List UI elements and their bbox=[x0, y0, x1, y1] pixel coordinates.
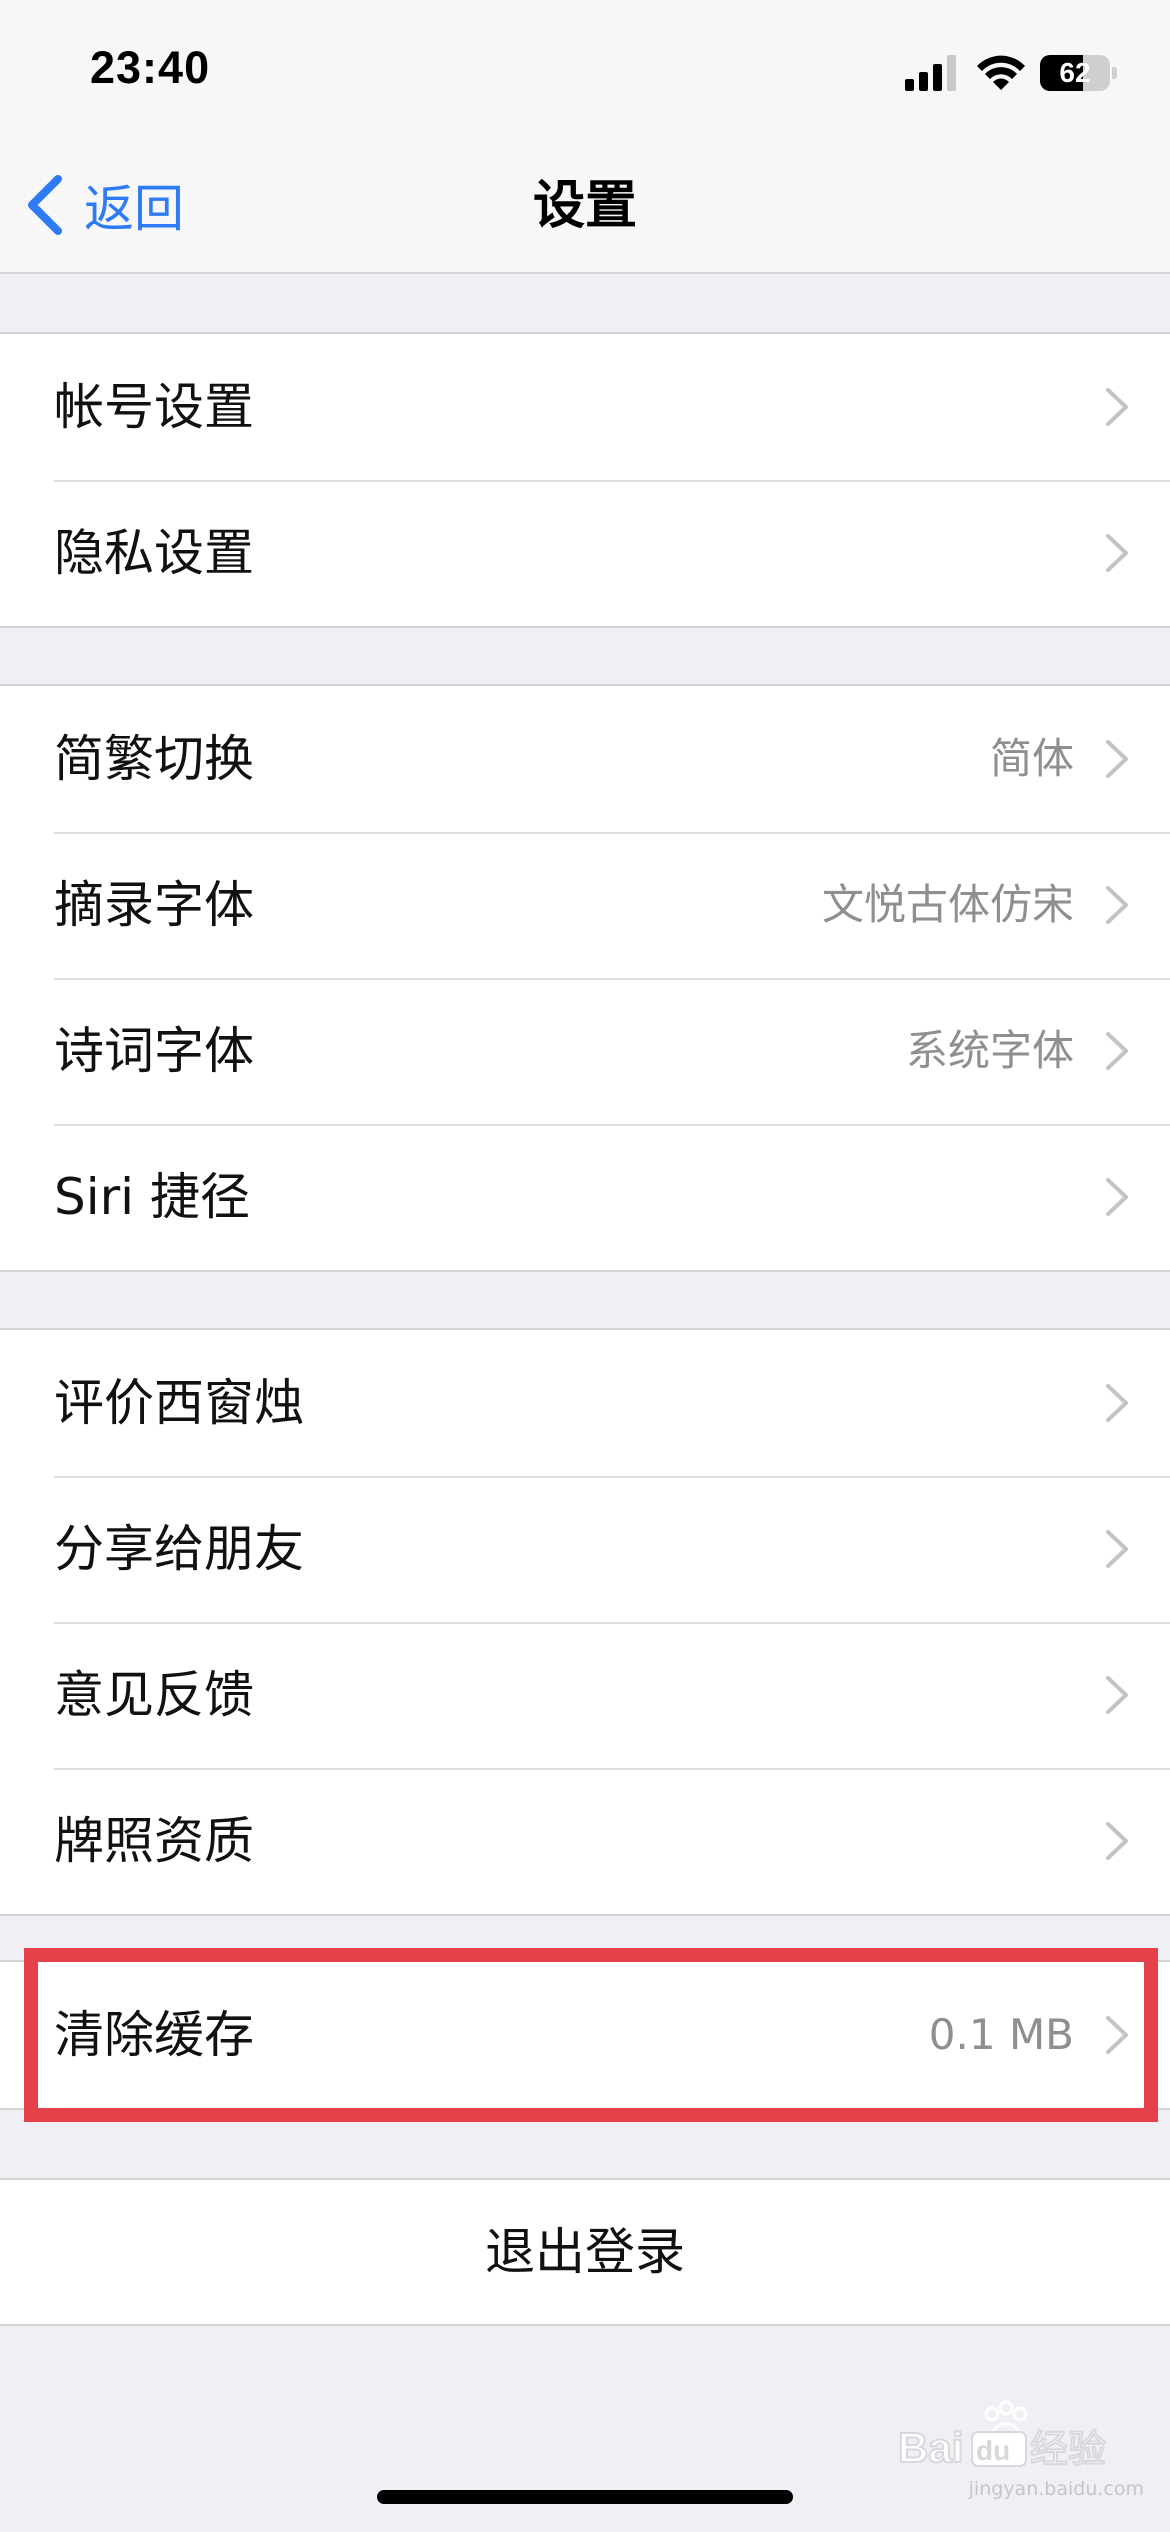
navigation-bar: 设置 返回 bbox=[0, 140, 1170, 274]
row-feedback[interactable]: 意见反馈 bbox=[0, 1622, 1170, 1768]
row-label: 意见反馈 bbox=[54, 1666, 254, 1724]
chevron-right-icon bbox=[1106, 1032, 1128, 1070]
chevron-right-icon bbox=[1106, 388, 1128, 426]
battery-icon: 62 bbox=[1040, 55, 1118, 91]
row-label: 清除缓存 bbox=[54, 2006, 254, 2064]
chevron-right-icon bbox=[1106, 534, 1128, 572]
row-account-settings[interactable]: 帐号设置 bbox=[0, 334, 1170, 480]
row-value: 文悦古体仿宋 bbox=[821, 880, 1074, 929]
row-label: 摘录字体 bbox=[54, 876, 254, 934]
status-time: 23:40 bbox=[90, 42, 211, 93]
chevron-right-icon bbox=[1106, 2016, 1128, 2054]
row-licenses[interactable]: 牌照资质 bbox=[0, 1768, 1170, 1914]
row-label: Siri 捷径 bbox=[54, 1168, 250, 1226]
chevron-right-icon bbox=[1106, 1178, 1128, 1216]
back-button-label: 返回 bbox=[84, 180, 184, 238]
row-label: 牌照资质 bbox=[54, 1812, 254, 1870]
svg-text:du: du bbox=[976, 2435, 1010, 2466]
battery-level: 62 bbox=[1059, 57, 1091, 88]
chevron-left-icon bbox=[28, 175, 62, 235]
row-label: 分享给朋友 bbox=[54, 1520, 304, 1578]
baidu-watermark-logo: Bai 经验 du bbox=[897, 2400, 1107, 2472]
settings-group-storage: 清除缓存 0.1 MB bbox=[0, 1960, 1170, 2110]
row-value: 简体 bbox=[989, 734, 1074, 783]
settings-group-display: 简繁切换 简体 摘录字体 文悦古体仿宋 诗词字体 系统字体 Siri 捷径 bbox=[0, 684, 1170, 1272]
chevron-right-icon bbox=[1106, 1384, 1128, 1422]
row-value: 0.1 MB bbox=[928, 2010, 1074, 2059]
row-excerpt-font[interactable]: 摘录字体 文悦古体仿宋 bbox=[0, 832, 1170, 978]
chevron-right-icon bbox=[1106, 1530, 1128, 1568]
row-script-conversion[interactable]: 简繁切换 简体 bbox=[0, 686, 1170, 832]
home-indicator[interactable] bbox=[377, 2490, 793, 2504]
row-poetry-font[interactable]: 诗词字体 系统字体 bbox=[0, 978, 1170, 1124]
back-button[interactable]: 返回 bbox=[22, 165, 184, 245]
svg-text:经验: 经验 bbox=[1030, 2427, 1106, 2471]
settings-group-account: 帐号设置 隐私设置 bbox=[0, 332, 1170, 628]
row-privacy-settings[interactable]: 隐私设置 bbox=[0, 480, 1170, 626]
logout-button[interactable]: 退出登录 bbox=[0, 2178, 1170, 2326]
cellular-signal-icon bbox=[905, 55, 956, 91]
chevron-right-icon bbox=[1106, 1822, 1128, 1860]
row-label: 诗词字体 bbox=[54, 1022, 254, 1080]
chevron-right-icon bbox=[1106, 740, 1128, 778]
battery-body: 62 bbox=[1040, 55, 1110, 91]
chevron-right-icon bbox=[1106, 1676, 1128, 1714]
row-rate-app[interactable]: 评价西窗烛 bbox=[0, 1330, 1170, 1476]
row-label: 评价西窗烛 bbox=[54, 1374, 304, 1432]
row-value: 系统字体 bbox=[905, 1026, 1074, 1075]
settings-group-about: 评价西窗烛 分享给朋友 意见反馈 牌照资质 bbox=[0, 1328, 1170, 1916]
svg-text:Bai: Bai bbox=[898, 2424, 963, 2471]
row-clear-cache[interactable]: 清除缓存 0.1 MB bbox=[0, 1962, 1170, 2108]
row-share-with-friends[interactable]: 分享给朋友 bbox=[0, 1476, 1170, 1622]
row-siri-shortcuts[interactable]: Siri 捷径 bbox=[0, 1124, 1170, 1270]
chevron-right-icon bbox=[1106, 886, 1128, 924]
battery-cap bbox=[1112, 67, 1117, 79]
row-label: 隐私设置 bbox=[54, 524, 254, 582]
status-bar: 23:40 62 bbox=[0, 0, 1170, 140]
row-label: 帐号设置 bbox=[54, 378, 254, 436]
row-label: 简繁切换 bbox=[54, 730, 254, 788]
wifi-icon bbox=[977, 55, 1025, 90]
